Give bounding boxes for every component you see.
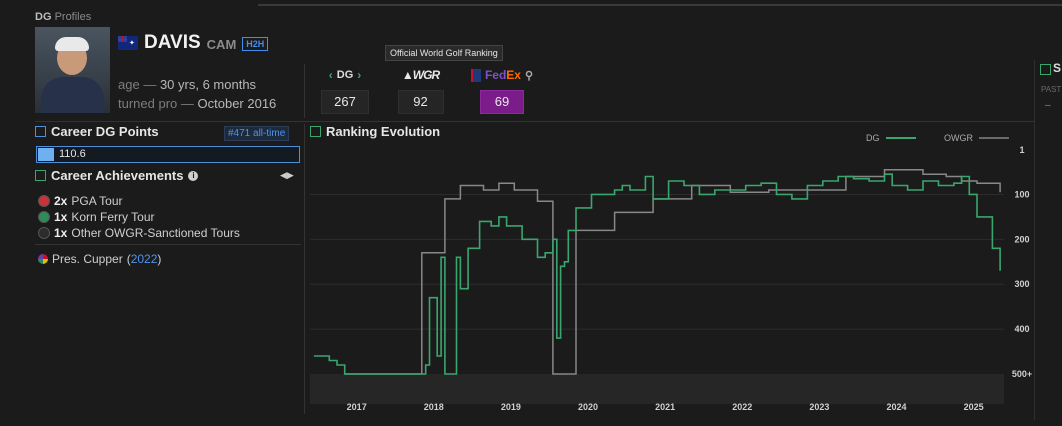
y-tick-label: 400 — [1014, 324, 1029, 334]
career-points-title: Career DG Points — [51, 124, 159, 139]
owgr-label: ▲WGR — [401, 68, 440, 82]
player-first-name: CAM — [206, 37, 237, 52]
breadcrumb-label: Profiles — [54, 11, 92, 23]
achievements-checkbox[interactable] — [35, 170, 46, 181]
ranking-chart: 1 100 200 300 400 500+ 2017 2018 2019 2020 2021 20… — [310, 145, 1032, 412]
chevron-left-icon[interactable]: ‹ — [329, 68, 333, 82]
pga-tour-dot-icon — [38, 195, 50, 207]
achievements-title: Career Achievements — [51, 168, 184, 183]
side-panel-title: S — [1053, 61, 1062, 75]
toggle-arrows-icon[interactable]: ◀▶ — [280, 170, 294, 181]
chevron-right-icon[interactable]: › — [357, 68, 361, 82]
all-time-rank-badge[interactable]: #471 all-time — [224, 126, 290, 141]
age-value: 30 yrs, 6 months — [159, 77, 257, 92]
divider — [304, 64, 305, 118]
x-tick-label: 2025 — [964, 402, 984, 412]
achievements-header: Career Achievements i — [35, 168, 199, 183]
fedex-rank-value: 69 — [480, 90, 524, 114]
x-tick-label: 2019 — [501, 402, 521, 412]
h2h-button[interactable]: H2H — [242, 37, 269, 51]
fedex-logo[interactable]: FedEx ⚲ — [468, 66, 536, 84]
player-name-row: DAVIS CAM H2H — [118, 32, 269, 54]
side-panel-past: PAST — [1041, 85, 1062, 94]
divider — [35, 244, 301, 245]
turned-pro-label: turned pro — [118, 96, 178, 111]
turned-pro-value: October 2016 — [197, 96, 277, 111]
ranking-evolution-checkbox[interactable] — [310, 126, 321, 137]
x-tick-label: 2022 — [732, 402, 752, 412]
x-tick-label: 2024 — [886, 402, 906, 412]
achievement-item: 1x Other OWGR-Sanctioned Tours — [38, 226, 240, 240]
career-points-checkbox[interactable] — [35, 126, 46, 137]
owgr-logo[interactable]: ▲WGR — [393, 66, 448, 84]
info-icon[interactable]: i — [188, 170, 199, 181]
x-tick-label: 2020 — [578, 402, 598, 412]
ranking-evolution-title: Ranking Evolution — [326, 124, 441, 139]
divider — [304, 124, 305, 414]
y-tick-label: 300 — [1014, 279, 1029, 289]
presidents-cup-year-link[interactable]: 2022 — [131, 252, 158, 266]
owgr-series-line — [344, 169, 1001, 375]
owgr-rank-value: 92 — [397, 90, 444, 114]
fedex-rank: FedEx ⚲ 69 — [468, 66, 536, 114]
dg-rank-label: DG — [336, 69, 354, 81]
dg-rank-value: 267 — [321, 90, 369, 114]
y-tick-label: 1 — [1019, 145, 1024, 155]
breadcrumb-prefix: DG — [35, 11, 52, 23]
fedex-label-ex: Ex — [506, 68, 521, 82]
dg-rank: ‹ DG › 267 — [320, 66, 370, 114]
achievement-count: 1x — [54, 226, 68, 240]
legend-dg-line — [885, 137, 916, 139]
dg-series-line — [313, 173, 1001, 375]
legend-owgr-line — [979, 137, 1009, 139]
korn-ferry-dot-icon — [38, 211, 50, 223]
top-divider — [258, 4, 1062, 6]
trophy-icon: ⚲ — [524, 69, 534, 82]
age-label: age — [118, 77, 140, 92]
career-points-value: 110.6 — [59, 148, 86, 160]
x-tick-label: 2018 — [424, 402, 444, 412]
ranking-evolution-header: Ranking Evolution — [310, 124, 440, 139]
presidents-cup-item: Pres. Cupper (2022) — [38, 252, 161, 266]
career-points-bar: 110.6 — [36, 146, 300, 163]
achievement-label: PGA Tour — [71, 194, 123, 208]
fedex-label-fe: Fed — [484, 68, 507, 82]
pga-tour-icon — [470, 68, 481, 82]
x-tick-label: 2021 — [655, 402, 675, 412]
career-panel: Career DG Points #471 all-time 110.6 Car… — [35, 124, 301, 266]
achievement-count: 1x — [54, 210, 68, 224]
side-panel-checkbox[interactable] — [1040, 64, 1051, 75]
australia-flag-icon — [118, 36, 138, 50]
player-bio: age — 30 yrs, 6 months turned pro — Octo… — [118, 77, 277, 111]
achievement-item: 2x PGA Tour — [38, 194, 123, 208]
y-tick-label: 100 — [1014, 189, 1029, 199]
achievement-item: 1x Korn Ferry Tour — [38, 210, 155, 224]
achievement-label: Korn Ferry Tour — [71, 210, 155, 224]
side-panel-value: – — [1045, 100, 1051, 111]
dg-rank-header: ‹ DG › — [320, 66, 370, 84]
other-tours-dot-icon — [38, 227, 50, 239]
x-tick-label: 2023 — [809, 402, 829, 412]
owgr-rank-label: WGR — [412, 68, 440, 82]
owgr-tooltip: Official World Golf Ranking — [385, 45, 503, 61]
presidents-cup-icon — [38, 254, 48, 264]
breadcrumb[interactable]: DG Profiles — [35, 11, 91, 23]
x-tick-label: 2017 — [347, 402, 367, 412]
y-tick-label: 200 — [1014, 234, 1029, 244]
presidents-cup-label: Pres. Cupper — [52, 252, 123, 266]
achievement-count: 2x — [54, 194, 68, 208]
y-tick-label: 500+ — [1012, 369, 1032, 379]
owgr-rank: ▲WGR 92 — [393, 66, 448, 114]
player-last-name: DAVIS — [144, 32, 201, 53]
achievement-label: Other OWGR-Sanctioned Tours — [71, 226, 240, 240]
divider — [35, 121, 1034, 122]
side-panel-stub: S PAST – — [1034, 60, 1062, 420]
player-photo — [35, 27, 110, 113]
career-points-fill — [38, 148, 54, 161]
